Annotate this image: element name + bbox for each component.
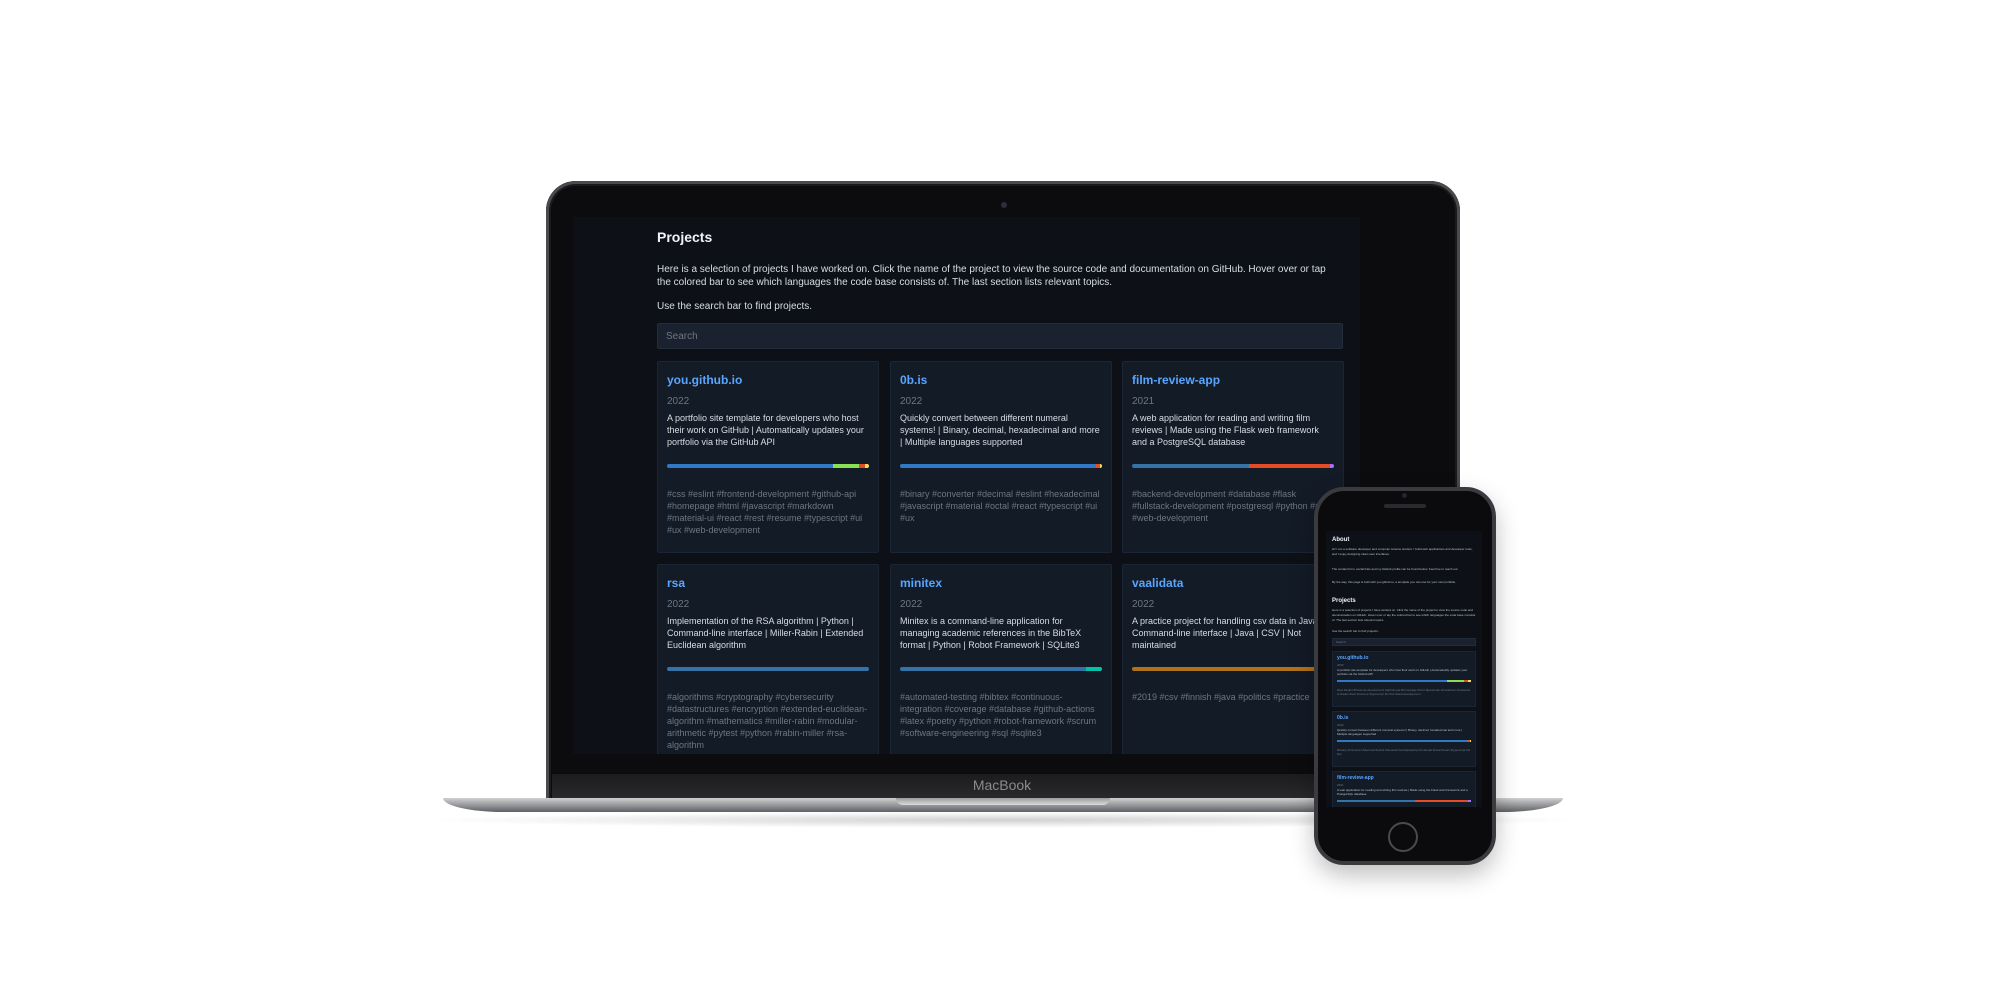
phone-about-text-2: The contact form, social links and my Gi… [1332,567,1459,571]
project-topics: #2019 #csv #finnish #java #politics #pra… [1132,692,1310,702]
phone-home-button[interactable] [1388,822,1418,852]
language-segment[interactable] [864,464,869,468]
phone-language-segment[interactable] [1469,740,1471,742]
phone-language-bar[interactable] [1337,740,1471,742]
language-segment[interactable] [667,667,869,671]
laptop-notch [896,798,1110,805]
laptop-brand-label: MacBook [972,777,1032,793]
language-bar[interactable] [667,464,869,468]
phone-project-description: A web application for reading and writin… [1337,788,1468,796]
project-name-link[interactable]: rsa [667,576,685,590]
project-card: rsa 2022 Implementation of the RSA algorit… [657,564,879,754]
project-name-link[interactable]: film-review-app [1132,373,1220,387]
project-name-link[interactable]: 0b.is [900,373,927,387]
phone-projects-intro: Here is a selection of projects I have w… [1332,608,1476,622]
language-segment[interactable] [900,667,1086,671]
search-hint: Use the search bar to find projects. [657,301,813,312]
language-bar[interactable] [900,667,1102,671]
language-bar[interactable] [1132,464,1334,468]
language-segment[interactable] [1329,464,1334,468]
projects-heading: Projects [657,229,713,245]
phone-projects-heading: Projects [1332,598,1356,604]
phone-project-topics: #css #eslint #frontend-development #gith… [1337,688,1471,696]
project-year: 2022 [667,396,690,407]
phone-project-year: 2022 [1337,723,1344,727]
laptop-camera [1001,202,1007,208]
project-topics: #automated-testing #bibtex #continuous-i… [900,692,1097,738]
phone-project-year: 2021 [1337,783,1344,787]
phone-language-segment[interactable] [1337,740,1467,742]
project-topics: #binary #converter #decimal #eslint #hex… [900,489,1100,523]
project-card: you.github.io 2022 A portfolio site templa… [657,361,879,553]
phone-speaker [1384,504,1426,508]
phone-project-card: 0b.is 2022 Quickly convert between differe… [1332,711,1476,767]
project-year: 2021 [1132,396,1155,407]
language-bar[interactable] [900,464,1102,468]
project-name-link[interactable]: vaalidata [1132,576,1183,590]
language-segment[interactable] [832,464,859,468]
phone-language-segment[interactable] [1468,680,1471,682]
project-year: 2022 [900,599,923,610]
language-segment[interactable] [1132,667,1334,671]
phone-language-bar[interactable] [1337,680,1471,682]
phone-about-text: Hi! I am a software developer and comput… [1332,547,1473,556]
language-segment[interactable] [1099,464,1102,468]
phone-search-input[interactable]: Search [1332,638,1476,646]
project-description: Implementation of the RSA algorithm | Py… [667,616,864,650]
project-card: film-review-app 2021 A web application for… [1122,361,1344,553]
phone-language-segment[interactable] [1337,680,1447,682]
phone-project-card: you.github.io 2022 A portfolio site templa… [1332,651,1476,707]
laptop-screen: Projects Here is a selection of projects… [573,217,1360,754]
phone-project-year: 2022 [1337,663,1344,667]
project-topics: #algorithms #cryptography #cybersecurity… [667,692,868,750]
project-card: minitex 2022 Minitex is a command-line app… [890,564,1112,754]
phone-about-text-3: By the way, this page is built with you.… [1332,580,1457,584]
language-segment[interactable] [667,464,833,468]
language-bar[interactable] [1132,667,1334,671]
phone-language-bar[interactable] [1337,800,1471,802]
project-year: 2022 [900,396,923,407]
project-year: 2022 [1132,599,1155,610]
language-segment[interactable] [1132,464,1250,468]
projects-intro: Here is a selection of projects I have w… [657,264,1326,288]
project-topics: #backend-development #database #flask #f… [1132,489,1327,523]
phone-language-segment[interactable] [1414,800,1469,802]
phone-project-description: A portfolio site template for developers… [1337,668,1468,676]
phone-project-topics: #binary #converter #decimal #eslint #hex… [1337,748,1471,756]
language-segment[interactable] [900,464,1096,468]
project-description: Quickly convert between different numera… [900,413,1100,447]
project-description: A web application for reading and writin… [1132,413,1319,447]
phone-project-card: film-review-app 2021 A web application for… [1332,771,1476,807]
project-description: A practice project for handling csv data… [1132,616,1323,650]
project-name-link[interactable]: you.github.io [667,373,742,387]
project-name-link[interactable]: minitex [900,576,942,590]
project-topics: #css #eslint #frontend-development #gith… [667,489,863,535]
language-segment[interactable] [1249,464,1330,468]
phone-project-name-link[interactable]: film-review-app [1337,775,1374,781]
project-card: 0b.is 2022 Quickly convert between differe… [890,361,1112,553]
project-description: Minitex is a command-line application fo… [900,616,1082,650]
phone-project-name-link[interactable]: 0b.is [1337,715,1348,721]
phone-language-segment[interactable] [1337,800,1415,802]
search-input[interactable] [657,323,1343,349]
phone-search-hint: Use the search bar to find projects. [1332,629,1379,633]
language-segment[interactable] [1085,667,1102,671]
language-bar[interactable] [667,667,869,671]
phone-about-heading: About [1332,537,1350,543]
project-card: vaalidata 2022 A practice project for hand… [1122,564,1344,754]
project-description: A portfolio site template for developers… [667,413,864,447]
phone-language-segment[interactable] [1446,680,1465,682]
phone-project-description: Quickly convert between different numera… [1337,728,1463,736]
project-year: 2022 [667,599,690,610]
phone-project-name-link[interactable]: you.github.io [1337,655,1368,661]
phone-language-segment[interactable] [1468,800,1471,802]
phone-screen: About Hi! I am a software developer and … [1326,531,1482,807]
phone-camera [1402,493,1407,498]
